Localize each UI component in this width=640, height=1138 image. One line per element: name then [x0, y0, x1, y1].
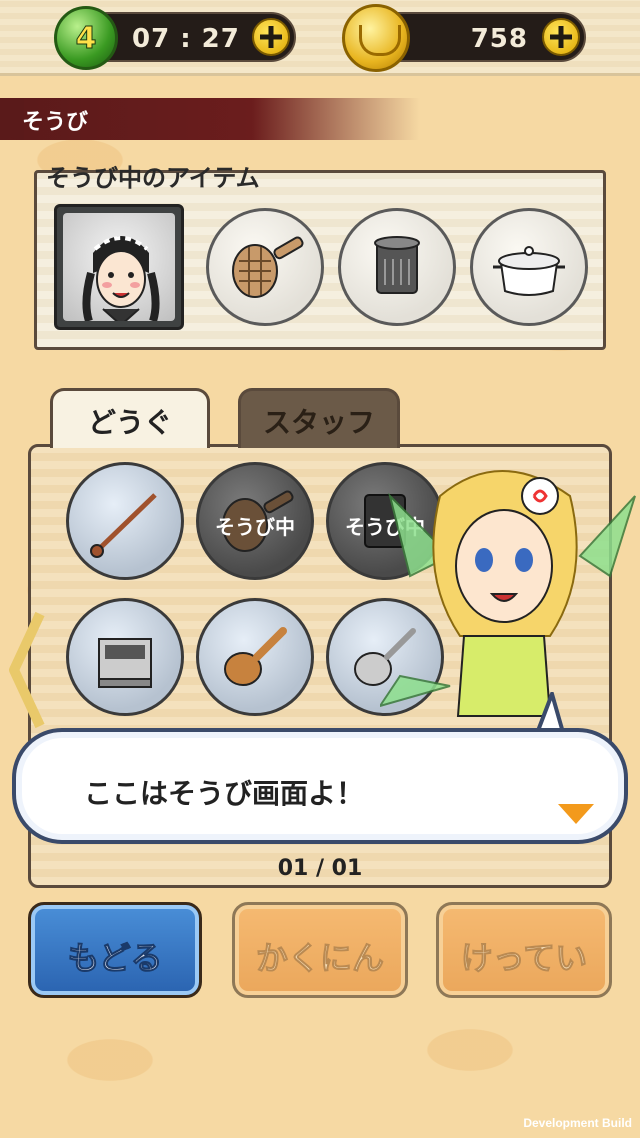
decide-button[interactable]: けってい: [436, 902, 612, 998]
add-coins-button[interactable]: [542, 18, 580, 56]
tab-tools[interactable]: どうぐ: [50, 388, 210, 448]
fairy-guide-character: [380, 470, 636, 717]
ladle-icon: [90, 493, 157, 558]
back-button[interactable]: もどる: [28, 902, 202, 998]
equipped-badge: そうび中: [215, 515, 295, 539]
grid-item-rice-paddle[interactable]: [196, 598, 314, 716]
grid-item-ladle[interactable]: [66, 462, 184, 580]
equipped-slot-fryer[interactable]: [338, 208, 456, 326]
dialog-box[interactable]: ここはそうび画面よ！: [12, 728, 628, 844]
section-title: そうび: [22, 110, 89, 135]
ramen-coin-icon: [342, 4, 410, 72]
decide-button-label: けってい: [460, 939, 588, 978]
top-status-bar: 07 : 27 4 758: [0, 0, 640, 76]
coin-count: 758: [470, 24, 528, 54]
grid-item-stove[interactable]: [66, 598, 184, 716]
tab-staff[interactable]: スタッフ: [238, 388, 400, 448]
grid-item-strainer[interactable]: そうび中: [196, 462, 314, 580]
previous-page-arrow-icon[interactable]: [6, 610, 46, 730]
stove-icon: [98, 638, 152, 688]
strainer-basket-icon: [232, 236, 304, 298]
dialog-text: ここはそうび画面よ！: [84, 777, 365, 810]
tab-tools-label: どうぐ: [87, 406, 172, 439]
deep-fryer-icon: [374, 236, 420, 294]
tab-staff-label: スタッフ: [262, 406, 375, 439]
rice-paddle-icon: [224, 627, 287, 686]
equipped-slot-pot[interactable]: [470, 208, 588, 326]
back-button-label: もどる: [67, 939, 163, 978]
equipped-slot-strainer[interactable]: [206, 208, 324, 326]
pot-icon: [493, 246, 565, 296]
level-orb-icon: 4: [54, 6, 118, 70]
equipped-staff-slot[interactable]: [54, 204, 184, 330]
stamina-timer: 07 : 27: [132, 24, 240, 54]
equipped-items-title: そうび中のアイテム: [46, 164, 260, 192]
staff-portrait-icon: [63, 213, 175, 321]
page-indicator: 01 / 01: [277, 856, 363, 881]
section-header: そうび: [0, 98, 420, 140]
development-build-label: Development Build: [523, 1116, 632, 1130]
add-stamina-button[interactable]: [252, 18, 290, 56]
confirm-button-label: かくにん: [255, 939, 384, 978]
dialog-next-arrow-icon[interactable]: [558, 804, 594, 824]
level-value: 4: [75, 21, 97, 57]
confirm-button[interactable]: かくにん: [232, 902, 408, 998]
